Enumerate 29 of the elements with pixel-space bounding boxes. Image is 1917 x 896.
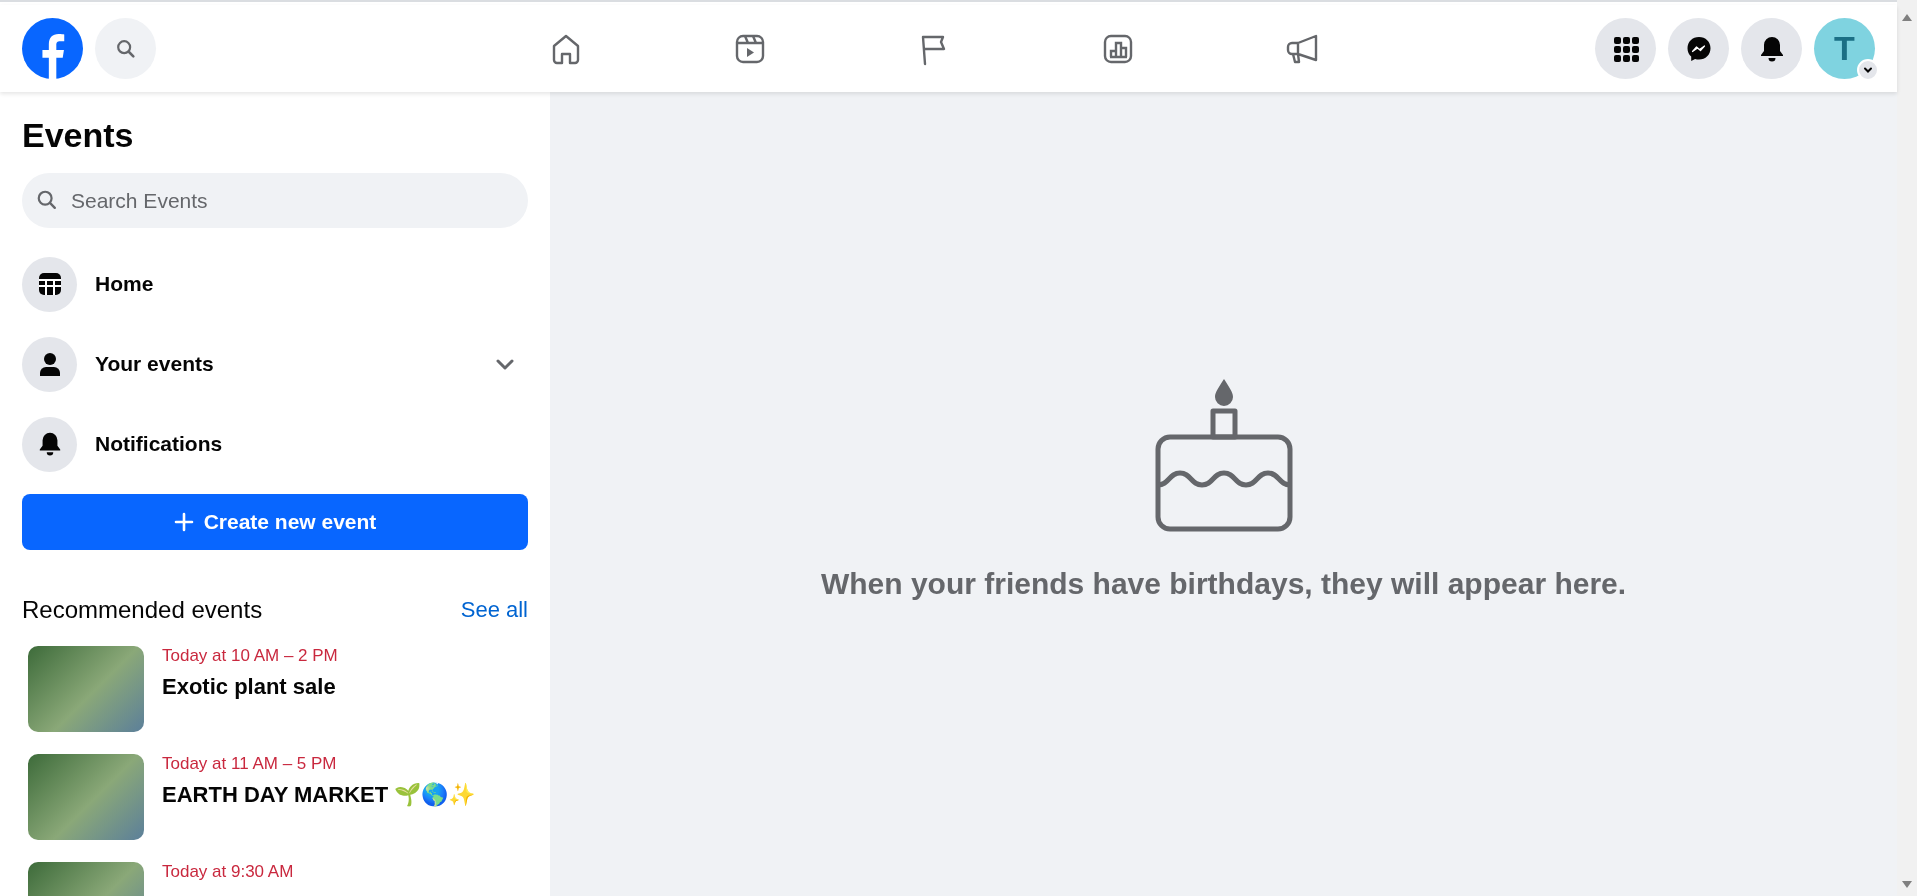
plus-icon [173,512,194,532]
see-all-link[interactable]: See all [460,597,528,623]
menu-item[interactable]: Notifications [22,404,528,484]
grid-icon [1612,35,1639,62]
page-title: Events [22,116,135,155]
menu-item[interactable]: Your events [22,324,528,404]
event-time: Today at 11 AM – 5 PM [162,754,338,774]
logo-icon[interactable] [22,18,83,79]
event-title[interactable]: Exotic plant sale [162,674,338,700]
menu-label: Your events [95,352,215,376]
event-time: Today at 9:30 AM [162,862,294,882]
bell-icon [1758,34,1785,63]
menu-label: Notifications [95,432,224,456]
menu-label: Home [95,272,155,296]
section-heading: Recommended events [22,596,263,624]
scroll-up-icon[interactable] [1901,12,1913,22]
photo-placeholder[interactable] [28,646,144,732]
create-event-button[interactable]: Create new event [22,494,528,550]
empty-state-message: When your friends have birthdays, they will appear here. [820,567,1627,601]
event-time: Today at 10 AM – 2 PM [162,646,338,666]
menu-item[interactable]: Home [22,244,528,324]
scrollbar[interactable] [1897,0,1917,896]
event-title[interactable]: EARTH DAY MARKET 🌱🌎✨ [162,782,476,808]
photo-placeholder[interactable] [28,754,144,840]
search-icon [114,37,137,60]
search-icon [36,189,58,211]
search-field[interactable]: Search Events [22,173,528,228]
birthday-cake-icon [1153,377,1294,533]
scroll-down-icon[interactable] [1901,880,1913,890]
